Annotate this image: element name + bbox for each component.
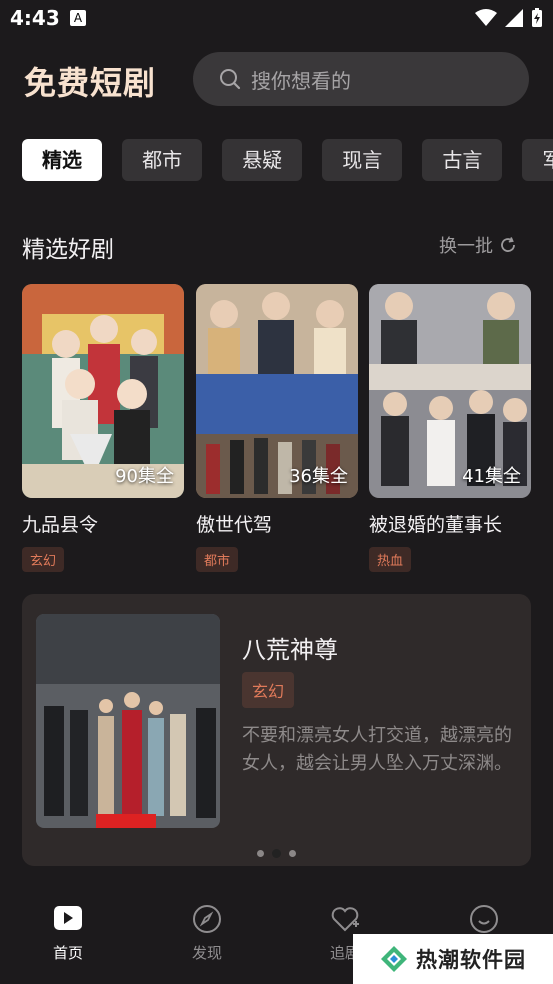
episode-count: 41集全 [462,466,521,487]
genre-tag: 玄幻 [22,547,65,572]
status-time: 4:43 [10,6,60,30]
drama-card[interactable]: 36集全 傲世代驾 都市 [196,284,358,572]
card-title: 傲世代驾 [196,514,273,536]
category-tabs: 精选 都市 悬疑 现言 古言 军事 [22,139,553,181]
carousel-indicator [22,849,531,858]
wifi-icon [475,9,497,26]
category-tab-mystery[interactable]: 悬疑 [222,139,303,181]
poster-image: 90集全 [22,284,184,498]
signal-icon [505,9,523,27]
search-icon [220,69,241,90]
tab-discover-label: 发现 [191,944,222,962]
featured-banner[interactable]: 八荒神尊 玄幻 不要和漂亮女人打交道，越漂亮的女人，越会让男人坠入万丈深渊。 [22,594,531,866]
genre-tag: 都市 [196,547,239,572]
poster-image: 36集全 [196,284,358,498]
refresh-icon [501,237,515,252]
refresh-label: 换一批 [439,236,493,257]
category-tab-military[interactable]: 军事 [522,139,553,181]
watermark-overlay: 热潮软件园 [353,934,553,984]
app-title: 免费短剧 [24,64,157,102]
episode-count: 36集全 [289,466,348,487]
featured-title: 八荒神尊 [242,636,338,664]
category-tab-ancient-romance[interactable]: 古言 [422,139,503,181]
status-bar: 4:43 A [0,0,553,38]
tab-home-label: 首页 [52,944,83,962]
drama-card[interactable]: 41集全 被退婚的董事长 热血 [369,284,531,572]
card-title: 被退婚的董事长 [369,514,503,536]
search-placeholder: 搜你想看的 [251,68,351,93]
episode-count: 90集全 [115,466,174,487]
carousel-dot[interactable] [289,850,296,857]
featured-genre-tag: 玄幻 [242,672,295,708]
section-title: 精选好剧 [22,237,114,263]
tab-home[interactable]: 首页 [28,902,108,963]
battery-icon [532,8,542,27]
notification-a-icon: A [70,10,86,26]
search-input[interactable]: 搜你想看的 [193,52,529,106]
heart-plus-icon [331,907,359,932]
category-tab-featured[interactable]: 精选 [22,139,102,181]
tab-discover[interactable]: 发现 [167,902,247,963]
status-icons [475,8,543,28]
category-tab-modern-romance[interactable]: 现言 [322,139,403,181]
refresh-button[interactable]: 换一批 [439,232,517,258]
smile-icon [470,905,498,933]
featured-poster-image [36,614,220,828]
genre-tag: 热血 [369,547,412,572]
featured-description: 不要和漂亮女人打交道，越漂亮的女人，越会让男人坠入万丈深渊。 [242,725,512,774]
drama-card[interactable]: 90集全 九品县令 玄幻 [22,284,184,572]
category-tab-urban[interactable]: 都市 [122,139,203,181]
play-icon [54,906,82,930]
carousel-dot[interactable] [257,850,264,857]
watermark-text: 热潮软件园 [416,948,526,972]
watermark-logo-icon [381,946,407,972]
poster-image: 41集全 [369,284,531,498]
compass-icon [193,905,221,933]
card-title: 九品县令 [22,514,99,536]
carousel-dot-active[interactable] [272,849,281,858]
